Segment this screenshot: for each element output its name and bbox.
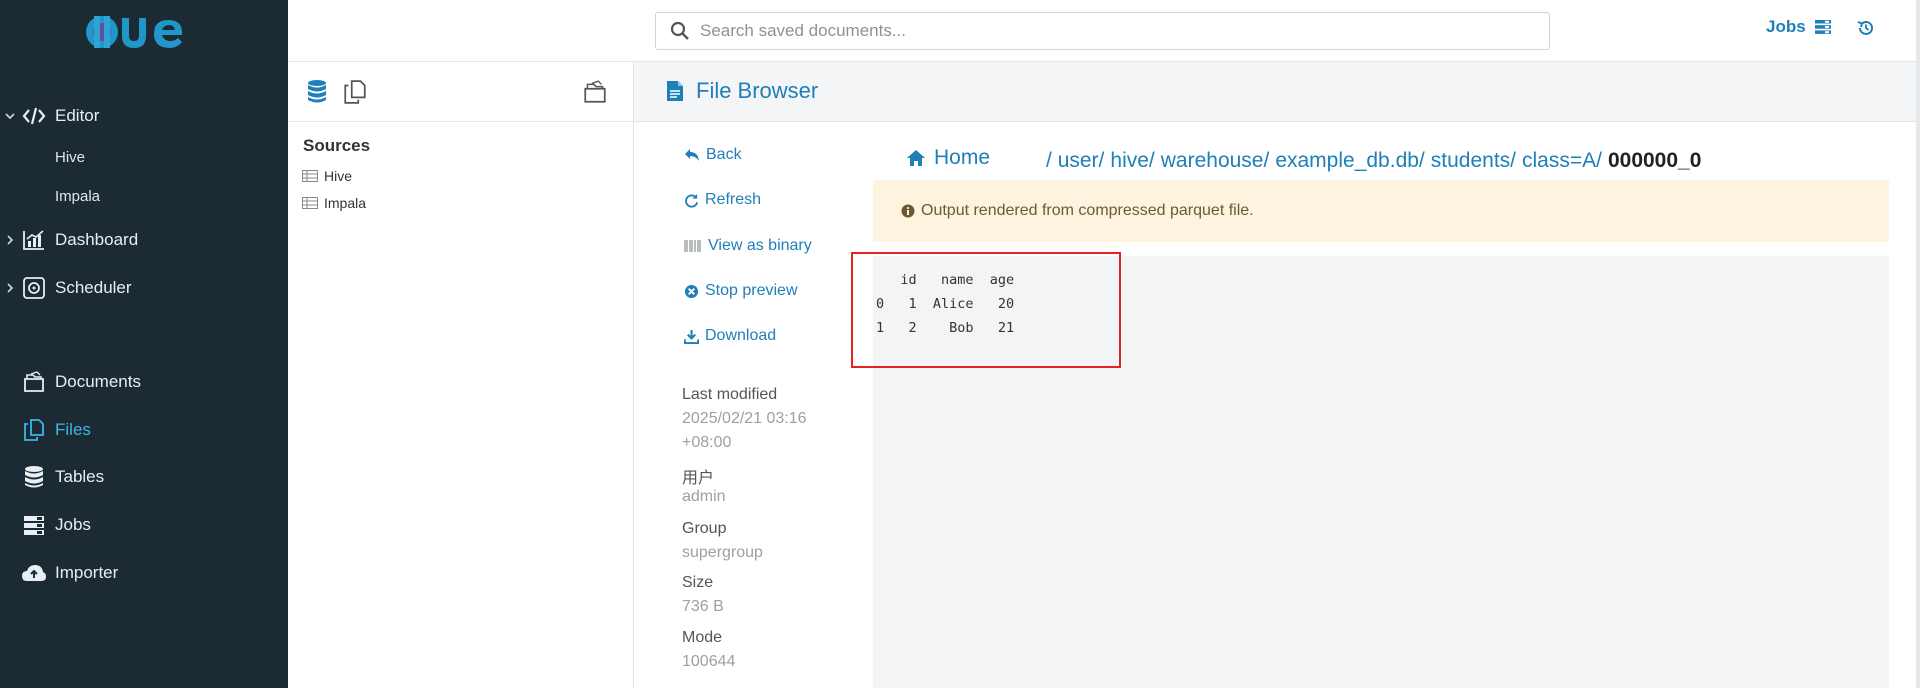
breadcrumb: Home / user/ hive/ warehouse/ example_db… bbox=[906, 146, 1701, 173]
code-icon bbox=[21, 103, 47, 129]
breadcrumb-current: 000000_0 bbox=[1607, 149, 1702, 172]
info-alert: Output rendered from compressed parquet … bbox=[873, 180, 1889, 242]
search-box[interactable] bbox=[655, 12, 1550, 50]
stop-preview-label: Stop preview bbox=[705, 282, 798, 299]
chevron-down-icon bbox=[5, 113, 15, 120]
sidebar-item-label: Importer bbox=[55, 563, 119, 582]
last-modified-tz: +08:00 bbox=[682, 434, 732, 451]
breadcrumb-segment-warehouse[interactable]: warehouse/ bbox=[1161, 149, 1270, 173]
source-item-hive[interactable]: Hive bbox=[302, 168, 352, 184]
sidebar-item-label: Editor bbox=[55, 106, 100, 125]
chevron-right-icon bbox=[7, 283, 14, 293]
top-bar: Jobs bbox=[288, 0, 1920, 62]
jobs-icon bbox=[21, 512, 47, 538]
stop-preview-button[interactable]: Stop preview bbox=[684, 282, 798, 300]
sidebar-item-editor[interactable]: Editor bbox=[0, 96, 288, 136]
refresh-icon bbox=[685, 193, 699, 208]
scheduler-icon bbox=[21, 275, 47, 301]
breadcrumb-segment-example-db[interactable]: example_db.db/ bbox=[1275, 149, 1424, 173]
source-item-impala[interactable]: Impala bbox=[302, 195, 366, 211]
breadcrumb-segment-user[interactable]: / user/ bbox=[1046, 149, 1104, 173]
sidebar-item-documents[interactable]: Documents bbox=[0, 362, 288, 402]
refresh-label: Refresh bbox=[705, 191, 762, 208]
table-icon bbox=[302, 197, 318, 209]
history-icon[interactable] bbox=[1856, 18, 1876, 38]
source-label: Impala bbox=[324, 195, 367, 211]
download-label: Download bbox=[705, 327, 777, 344]
last-modified-label: Last modified bbox=[682, 386, 778, 403]
sidebar-subitem-hive[interactable]: Hive bbox=[55, 149, 85, 166]
search-icon bbox=[670, 21, 689, 40]
reply-icon bbox=[685, 149, 699, 161]
table-icon bbox=[302, 170, 318, 182]
search-input[interactable] bbox=[700, 21, 1540, 41]
group-value: supergroup bbox=[682, 544, 763, 561]
file-icon bbox=[667, 81, 683, 101]
sidebar-item-label: Tables bbox=[55, 467, 105, 486]
sidebar-item-label: Jobs bbox=[55, 515, 91, 534]
chart-icon bbox=[21, 227, 47, 253]
sources-title: Sources bbox=[303, 136, 371, 155]
page-title-text: File Browser bbox=[696, 78, 819, 103]
main-header: File Browser bbox=[634, 62, 1916, 122]
highlight-box bbox=[851, 252, 1121, 368]
sidebar-item-scheduler[interactable]: Scheduler bbox=[0, 268, 288, 308]
left-sidebar: Editor Hive Impala Dashboard Scheduler D… bbox=[0, 0, 288, 688]
documents-icon bbox=[21, 369, 47, 395]
page-title: File Browser bbox=[666, 78, 818, 104]
database-icon bbox=[21, 464, 47, 490]
breadcrumb-segment-hive[interactable]: hive/ bbox=[1110, 149, 1154, 173]
jobs-link[interactable]: Jobs bbox=[1766, 17, 1832, 37]
user-label: 用户 bbox=[682, 470, 715, 487]
hue-logo[interactable] bbox=[74, 10, 210, 52]
back-label: Back bbox=[706, 146, 742, 163]
download-icon bbox=[684, 329, 699, 344]
sidebar-item-label: Files bbox=[55, 420, 91, 439]
view-binary-label: View as binary bbox=[708, 237, 812, 254]
sidebar-item-label: Documents bbox=[55, 372, 141, 391]
source-label: Hive bbox=[324, 168, 353, 184]
chevron-right-icon bbox=[7, 235, 14, 245]
view-binary-button[interactable]: View as binary bbox=[684, 237, 812, 255]
sidebar-item-files[interactable]: Files bbox=[0, 410, 288, 450]
mode-value: 100644 bbox=[682, 653, 736, 670]
barcode-icon bbox=[684, 240, 701, 252]
documents-icon[interactable] bbox=[582, 79, 608, 105]
database-icon[interactable] bbox=[304, 79, 330, 105]
files-icon[interactable] bbox=[342, 79, 368, 105]
last-modified-value: 2025/02/21 03:16 bbox=[682, 410, 807, 427]
group-label: Group bbox=[682, 520, 727, 537]
window-edge bbox=[1916, 0, 1920, 688]
sidebar-item-label: Dashboard bbox=[55, 230, 139, 249]
assist-tabs bbox=[288, 62, 634, 122]
size-value: 736 B bbox=[682, 598, 724, 615]
files-icon bbox=[21, 417, 47, 443]
refresh-button[interactable]: Refresh bbox=[684, 191, 761, 209]
sidebar-item-jobs[interactable]: Jobs bbox=[0, 505, 288, 545]
main-panel: File Browser Back Refresh View as binary… bbox=[634, 62, 1916, 688]
home-icon bbox=[907, 150, 925, 166]
breadcrumb-home[interactable]: Home bbox=[906, 146, 990, 170]
breadcrumb-home-label: Home bbox=[934, 146, 991, 169]
info-icon bbox=[901, 204, 915, 218]
breadcrumb-segment-students[interactable]: students/ bbox=[1431, 149, 1516, 173]
back-button[interactable]: Back bbox=[684, 146, 742, 164]
cloud-upload-icon bbox=[21, 560, 47, 586]
assist-panel: Sources Hive Impala bbox=[288, 62, 634, 688]
alert-text: Output rendered from compressed parquet … bbox=[921, 202, 1254, 219]
download-button[interactable]: Download bbox=[684, 327, 776, 345]
user-value: admin bbox=[682, 488, 726, 505]
sidebar-item-importer[interactable]: Importer bbox=[0, 553, 288, 593]
jobs-icon bbox=[1814, 20, 1831, 34]
sidebar-item-dashboard[interactable]: Dashboard bbox=[0, 220, 288, 260]
close-circle-icon bbox=[684, 284, 699, 298]
sidebar-item-tables[interactable]: Tables bbox=[0, 457, 288, 497]
size-label: Size bbox=[682, 574, 714, 591]
sidebar-item-label: Scheduler bbox=[55, 278, 132, 297]
jobs-label: Jobs bbox=[1766, 17, 1806, 36]
breadcrumb-segment-class[interactable]: class=A/ bbox=[1522, 149, 1602, 173]
mode-label: Mode bbox=[682, 629, 723, 646]
sidebar-subitem-impala[interactable]: Impala bbox=[55, 188, 100, 205]
